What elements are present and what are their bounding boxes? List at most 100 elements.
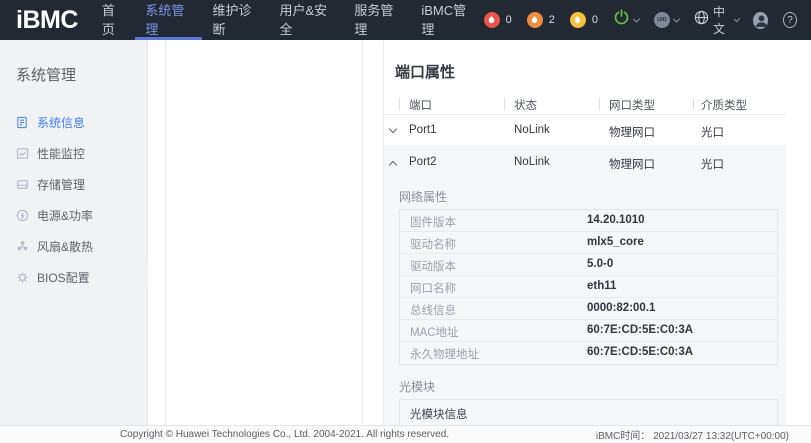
main-nav: 首页 系统管理 维护诊断 用户&安全 服务管理 iBMC管理 — [92, 0, 484, 40]
property-value: 60:7E:CD:5E:C0:3A — [587, 346, 693, 358]
port2-detail-area: 网络属性 固件版本 14.20.1010 驱动名称 mlx5_core 驱动版本 — [384, 179, 786, 425]
column-header-port-type: 网口类型 — [609, 97, 655, 113]
storage-icon — [16, 178, 29, 191]
language-label: 中文 — [713, 3, 731, 37]
page-footer: Copyright © Huawei Technologies Co., Ltd… — [0, 425, 811, 443]
power-control-dropdown[interactable] — [613, 9, 639, 31]
table-row-port1[interactable]: Port1 NoLink 物理网口 光口 — [384, 115, 786, 147]
critical-alarm-indicator[interactable]: 0 — [484, 12, 512, 28]
minor-alarm-flame-icon — [570, 12, 586, 28]
chevron-down-icon — [733, 15, 739, 21]
table-row: 总线信息 0000:82:00.1 — [400, 298, 777, 320]
cell-media-type: 光口 — [701, 124, 724, 140]
sidebar-item-storage-management[interactable]: 存储管理 — [0, 169, 147, 200]
cell-status: NoLink — [514, 124, 550, 136]
sidebar-item-label: 存储管理 — [37, 176, 85, 193]
sidebar-item-power-wattage[interactable]: 电源&功率 — [0, 200, 147, 231]
sidebar-title: 系统管理 — [0, 40, 147, 85]
panel-divider — [165, 40, 166, 425]
panel-divider — [362, 40, 363, 425]
sidebar-item-performance-monitor[interactable]: 性能监控 — [0, 138, 147, 169]
major-alarm-indicator[interactable]: 2 — [527, 12, 555, 28]
topbar-right-tools: 0 2 0 UID — [484, 3, 797, 37]
column-header-media-type: 介质类型 — [701, 97, 747, 113]
collapse-chevron-up-icon[interactable] — [389, 161, 397, 169]
major-alarm-flame-icon — [527, 12, 543, 28]
uid-icon: UID — [654, 12, 670, 28]
optical-module-info-label: 光模块信息 — [410, 406, 468, 422]
user-avatar[interactable] — [753, 12, 768, 29]
table-row: 网口名称 eth11 — [400, 276, 777, 298]
sidebar-item-bios-config[interactable]: BIOS配置 — [0, 262, 147, 293]
nav-item-ibmc-management[interactable]: iBMC管理 — [411, 0, 483, 40]
page-body: 系统管理 系统信息 性能监控 — [0, 40, 811, 425]
sidebar-item-label: BIOS配置 — [37, 269, 90, 286]
minor-alarm-indicator[interactable]: 0 — [570, 12, 598, 28]
sidebar-item-system-info[interactable]: 系统信息 — [0, 107, 147, 138]
sidebar-item-label: 风扇&散热 — [37, 238, 93, 255]
table-row-port2[interactable]: Port2 NoLink 物理网口 光口 — [384, 147, 786, 179]
nav-item-user-security[interactable]: 用户&安全 — [269, 0, 344, 40]
ibmc-time: iBMC时间： 2021/03/27 13:32(UTC+00:00) — [596, 427, 789, 442]
property-value: eth11 — [587, 280, 616, 292]
optical-module-table: 光模块信息 厂商 WTD 序列号 HN205200110043 — [399, 399, 778, 425]
cell-status: NoLink — [514, 156, 550, 168]
table-row: 永久物理地址 60:7E:CD:5E:C0:3A — [400, 342, 777, 364]
sidebar-system-management: 系统管理 系统信息 性能监控 — [0, 40, 148, 425]
column-header-status: 状态 — [514, 97, 537, 113]
nav-item-service-management[interactable]: 服务管理 — [344, 0, 411, 40]
cell-port: Port1 — [409, 124, 437, 136]
major-alarm-count: 2 — [549, 14, 555, 26]
nav-item-system-management[interactable]: 系统管理 — [135, 0, 202, 40]
property-value: 5.0-0 — [587, 258, 613, 270]
document-icon — [16, 116, 29, 129]
minor-alarm-count: 0 — [592, 14, 598, 26]
nav-item-home[interactable]: 首页 — [92, 0, 136, 40]
column-header-port: 端口 — [409, 97, 432, 113]
table-row: 固件版本 14.20.1010 — [400, 210, 777, 232]
port-table-header: 端口 状态 网口类型 介质类型 — [384, 93, 786, 115]
property-label: 固件版本 — [410, 214, 456, 230]
sidebar-item-label: 性能监控 — [37, 145, 85, 162]
port-table: 端口 状态 网口类型 介质类型 Port1 NoLink 物理网口 光口 Por… — [384, 93, 786, 425]
optical-module-title: 光模块 — [399, 377, 771, 397]
network-properties-title: 网络属性 — [399, 187, 771, 207]
property-value: 14.20.1010 — [587, 214, 645, 226]
nav-item-maintenance-diagnosis[interactable]: 维护诊断 — [202, 0, 269, 40]
property-value: mlx5_core — [587, 236, 644, 248]
top-navigation-bar: iBMC 首页 系统管理 维护诊断 用户&安全 服务管理 iBMC管理 0 2 … — [0, 0, 811, 40]
cell-port-type: 物理网口 — [609, 124, 655, 140]
property-label: MAC地址 — [410, 324, 459, 340]
sidebar-menu: 系统信息 性能监控 存储管理 — [0, 107, 147, 293]
language-selector[interactable]: 中文 — [694, 3, 739, 37]
sidebar-item-label: 系统信息 — [37, 114, 85, 131]
fan-icon — [16, 240, 29, 253]
gear-icon — [16, 271, 29, 284]
sidebar-item-fan-cooling[interactable]: 风扇&散热 — [0, 231, 147, 262]
table-row: MAC地址 60:7E:CD:5E:C0:3A — [400, 320, 777, 342]
uid-indicator-dropdown[interactable]: UID — [654, 12, 679, 28]
table-row: 驱动名称 mlx5_core — [400, 232, 777, 254]
expand-chevron-down-icon[interactable] — [389, 125, 397, 133]
critical-alarm-count: 0 — [506, 14, 512, 26]
power-meter-icon — [16, 209, 29, 222]
cell-media-type: 光口 — [701, 156, 724, 172]
globe-icon — [694, 10, 709, 30]
property-label: 驱动名称 — [410, 236, 456, 252]
power-icon — [613, 9, 630, 31]
panel-title: 端口属性 — [384, 40, 811, 82]
port-properties-panel: 端口属性 端口 状态 网口类型 介质类型 Port1 NoLink 物理网口 光… — [383, 40, 811, 425]
property-value: 60:7E:CD:5E:C0:3A — [587, 324, 693, 336]
cell-port-type: 物理网口 — [609, 156, 655, 172]
network-properties-table: 固件版本 14.20.1010 驱动名称 mlx5_core 驱动版本 5.0-… — [399, 209, 778, 365]
copyright-text: Copyright © Huawei Technologies Co., Ltd… — [120, 429, 449, 440]
chevron-down-icon — [673, 15, 680, 22]
line-chart-icon — [16, 147, 29, 160]
optical-module-info-header: 光模块信息 — [400, 400, 777, 425]
help-icon[interactable]: ? — [783, 12, 797, 28]
chevron-down-icon — [633, 15, 640, 22]
content-area: 端口属性 端口 状态 网口类型 介质类型 Port1 NoLink 物理网口 光… — [148, 40, 811, 425]
property-value: 0000:82:00.1 — [587, 302, 655, 314]
property-label: 总线信息 — [410, 302, 456, 318]
property-label: 驱动版本 — [410, 258, 456, 274]
